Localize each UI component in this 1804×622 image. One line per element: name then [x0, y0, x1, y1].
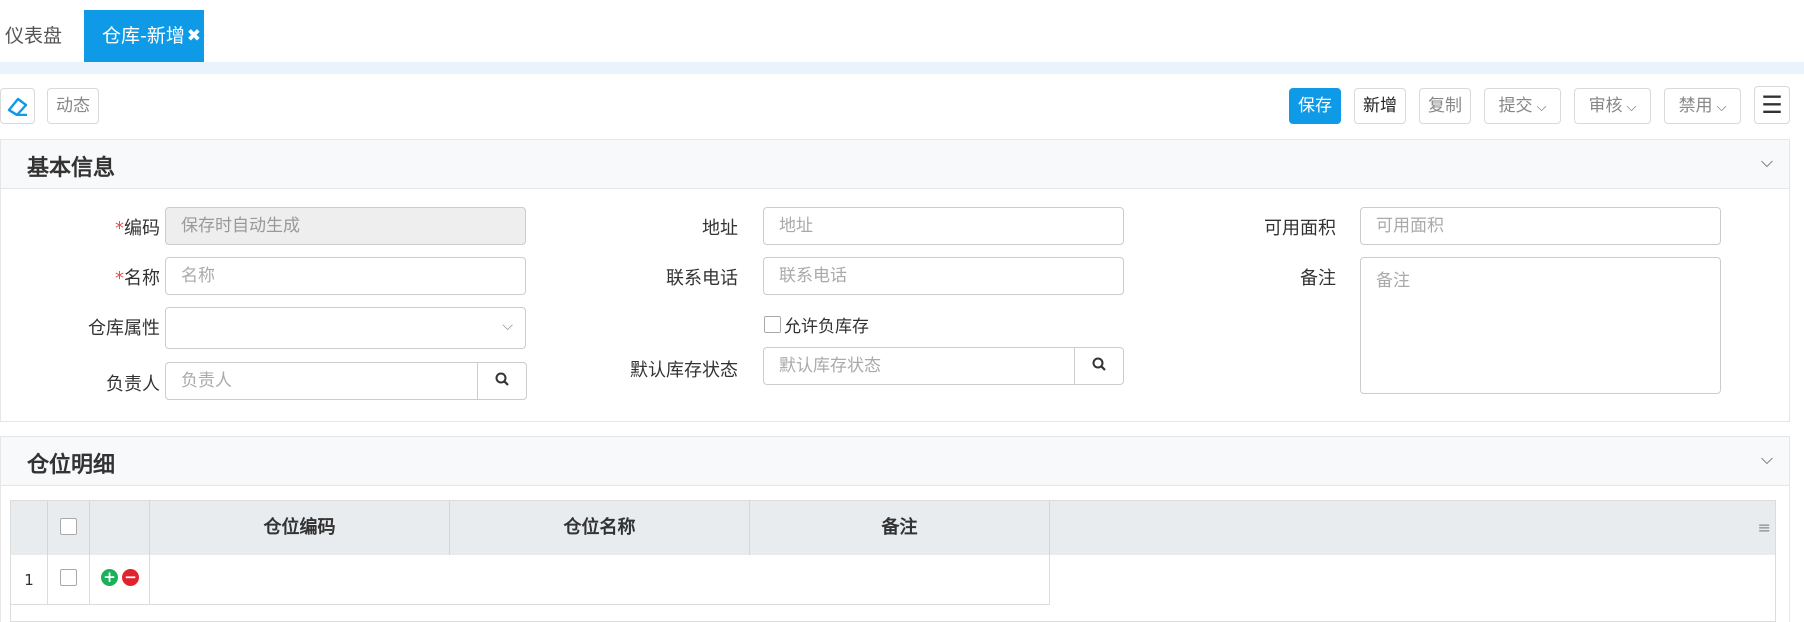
detail-title: 仓位明细: [27, 453, 116, 478]
add-row-icon[interactable]: +: [101, 569, 118, 586]
add-button[interactable]: 新增: [1354, 88, 1406, 124]
owner-label: 负责人: [106, 374, 160, 395]
default-status-label: 默认库存状态: [630, 360, 738, 381]
chevron-down-icon: ⌵: [502, 318, 513, 334]
tab-bar: 仪表盘 仓库-新增 ✖: [0, 0, 1804, 62]
owner-input[interactable]: 负责人: [165, 362, 478, 400]
code-input: 保存时自动生成: [165, 207, 526, 245]
search-icon: [495, 372, 509, 386]
tab-warehouse-new[interactable]: 仓库-新增 ✖: [84, 10, 204, 62]
warehouse-attr-label: 仓库属性: [88, 318, 160, 339]
clear-button[interactable]: [0, 88, 35, 124]
default-status-input[interactable]: 默认库存状态: [763, 347, 1076, 385]
grid-options-icon[interactable]: ≡: [1758, 501, 1771, 555]
grid-header-col-code[interactable]: 仓位编码: [150, 501, 450, 555]
save-button[interactable]: 保存: [1289, 88, 1341, 124]
remark-textarea[interactable]: 备注: [1360, 257, 1721, 394]
allow-negative-label: 允许负库存: [784, 317, 869, 337]
submit-dropdown[interactable]: 提交 ⌵: [1484, 88, 1561, 124]
owner-search-button[interactable]: [477, 362, 527, 400]
name-label: *名称: [115, 268, 160, 289]
code-label: *编码: [115, 218, 160, 239]
address-label: 地址: [702, 218, 738, 239]
allow-negative-checkbox[interactable]: [764, 316, 781, 333]
phone-input[interactable]: 联系电话: [763, 257, 1124, 295]
chevron-down-icon: ⌵: [1626, 100, 1637, 115]
row-data-cells[interactable]: [150, 555, 1050, 605]
search-icon: [1092, 357, 1106, 371]
phone-label: 联系电话: [666, 268, 738, 289]
disable-label: 禁用: [1678, 96, 1713, 116]
audit-label: 审核: [1588, 96, 1623, 116]
grid-header-select: [48, 501, 90, 555]
grid-header-col-name[interactable]: 仓位名称: [450, 501, 750, 555]
name-input[interactable]: 名称: [165, 257, 526, 295]
tab-strip-divider: [0, 62, 1804, 74]
chevron-down-icon: ⌵: [1716, 100, 1727, 115]
chevron-down-icon: ⌵: [1536, 100, 1547, 115]
detail-header[interactable]: 仓位明细 ⌵: [0, 436, 1790, 486]
row-checkbox[interactable]: [60, 569, 77, 586]
default-status-search-button[interactable]: [1074, 347, 1124, 385]
basic-info-header[interactable]: 基本信息 ⌵: [0, 139, 1790, 189]
tab-warehouse-new-label: 仓库-新增: [102, 25, 185, 47]
grid-header-filler: ≡: [1050, 501, 1775, 555]
location-grid: 仓位编码 仓位名称 备注 ≡ 1 + −: [10, 500, 1776, 622]
chevron-down-icon[interactable]: ⌵: [1761, 449, 1773, 469]
grid-header-col-remark[interactable]: 备注: [750, 501, 1050, 555]
chevron-down-icon[interactable]: ⌵: [1761, 152, 1773, 172]
address-input[interactable]: 地址: [763, 207, 1124, 245]
disable-dropdown[interactable]: 禁用 ⌵: [1664, 88, 1741, 124]
audit-dropdown[interactable]: 审核 ⌵: [1574, 88, 1651, 124]
more-menu-button[interactable]: ☰: [1754, 86, 1790, 124]
hamburger-icon: ☰: [1761, 91, 1783, 119]
remark-label: 备注: [1300, 268, 1336, 289]
area-label: 可用面积: [1264, 218, 1336, 239]
area-input[interactable]: 可用面积: [1360, 207, 1721, 245]
row-actions-cell: + −: [90, 555, 150, 605]
select-all-checkbox[interactable]: [60, 518, 77, 535]
submit-label: 提交: [1498, 96, 1533, 116]
eraser-icon: [7, 97, 27, 117]
close-icon[interactable]: ✖: [187, 10, 201, 62]
basic-info-title: 基本信息: [27, 156, 116, 181]
tab-dashboard[interactable]: 仪表盘: [0, 10, 78, 62]
grid-header-actions: [90, 501, 150, 555]
copy-button[interactable]: 复制: [1419, 88, 1471, 124]
row-index: 1: [11, 555, 48, 605]
row-select-cell: [48, 555, 90, 605]
grid-header-index: [11, 501, 48, 555]
dynamic-button[interactable]: 动态: [47, 88, 99, 124]
remove-row-icon[interactable]: −: [122, 569, 139, 586]
warehouse-attr-select[interactable]: ⌵: [165, 307, 526, 349]
